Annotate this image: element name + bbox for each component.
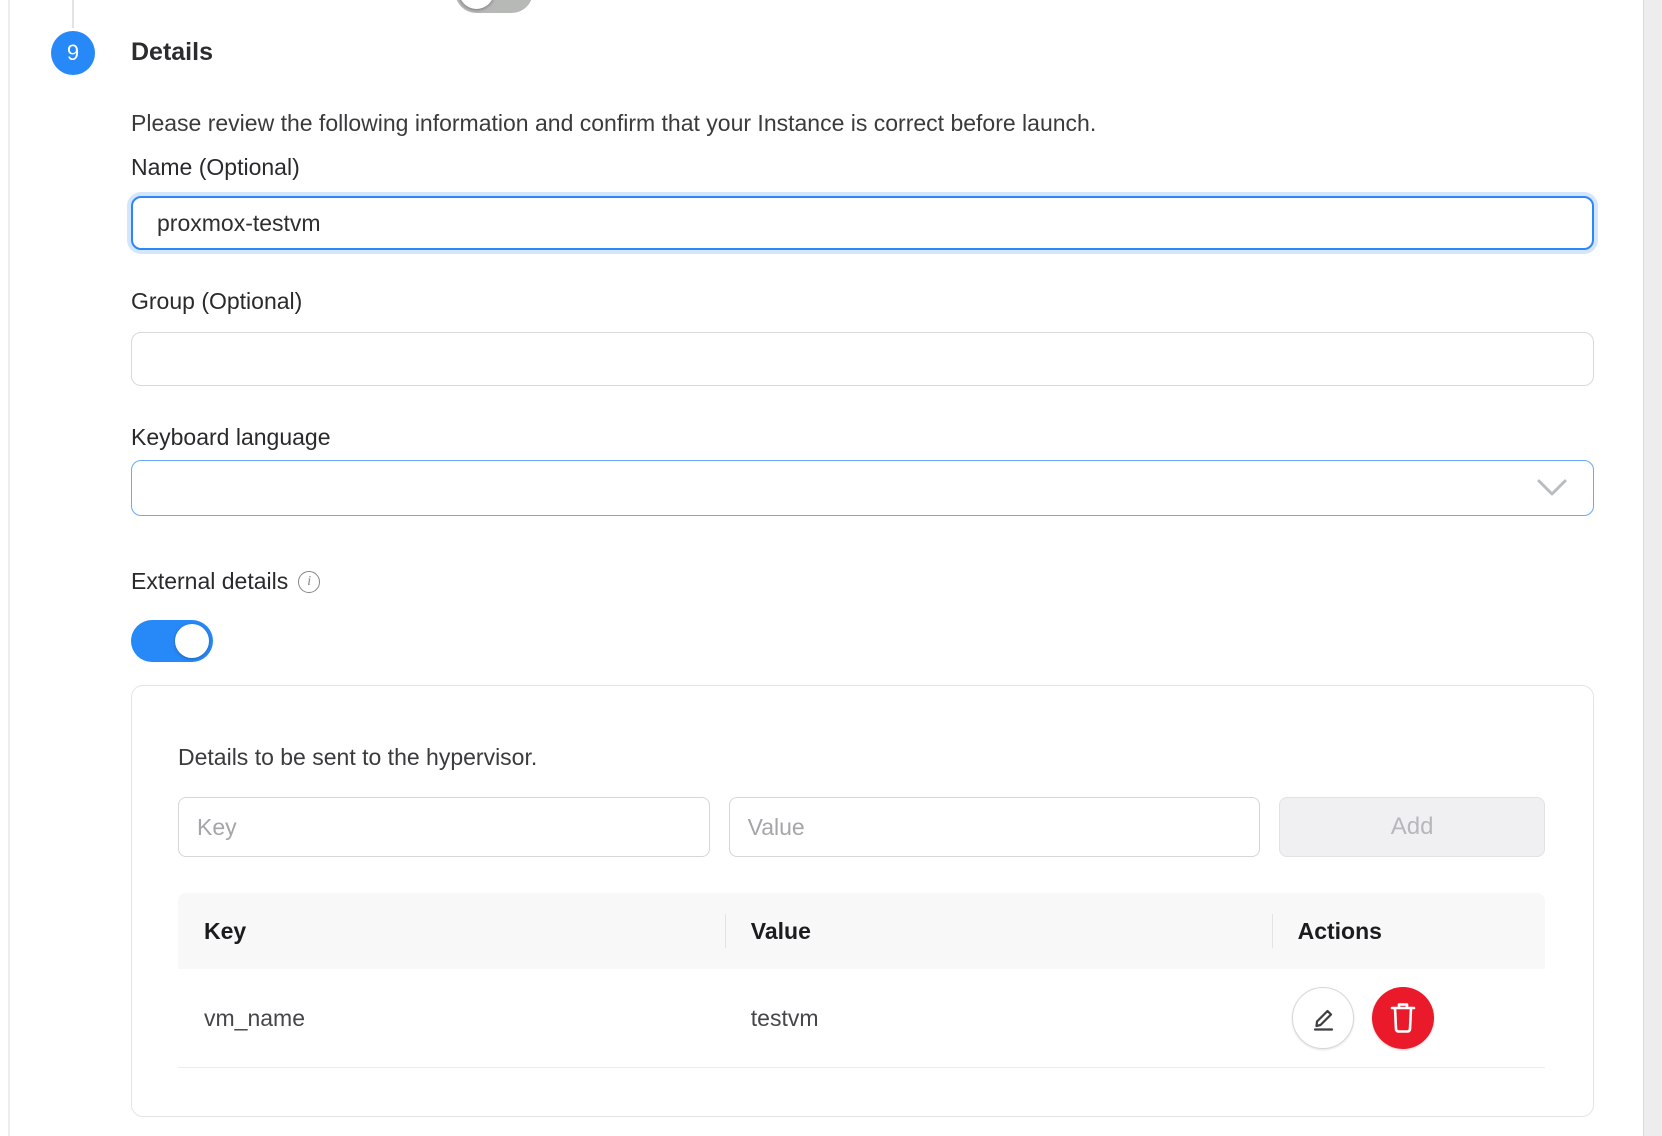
- name-field-label: Name (Optional): [131, 152, 1594, 182]
- external-details-toggle[interactable]: [131, 620, 213, 662]
- external-details-row: External details i: [131, 568, 1594, 595]
- table-header-actions: Actions: [1272, 893, 1545, 969]
- panel-description: Details to be sent to the hypervisor.: [178, 742, 1545, 772]
- details-step-page: 9 Details Please review the following in…: [0, 0, 1662, 1136]
- column-separator: [725, 914, 726, 948]
- group-input[interactable]: [131, 332, 1594, 386]
- header-actions-label: Actions: [1298, 918, 1382, 945]
- table-header-row: Key Value Actions: [178, 893, 1545, 969]
- form-content: Please review the following information …: [131, 108, 1594, 1117]
- header-key-label: Key: [204, 918, 246, 945]
- table-header-key: Key: [178, 893, 725, 969]
- header-value-label: Value: [751, 918, 811, 945]
- column-separator: [1272, 914, 1273, 948]
- key-value-table: Key Value Actions vm_name testvm: [178, 893, 1545, 1068]
- add-button[interactable]: Add: [1279, 797, 1545, 857]
- row-value-cell: testvm: [725, 1005, 1272, 1032]
- scrollbar-track[interactable]: [1643, 0, 1662, 1136]
- toggle-knob: [175, 624, 209, 658]
- key-input[interactable]: [178, 797, 710, 857]
- row-key-cell: vm_name: [178, 1005, 725, 1032]
- chevron-down-icon: [1537, 479, 1567, 497]
- edit-icon: [1308, 1003, 1338, 1033]
- edit-button[interactable]: [1292, 987, 1354, 1049]
- delete-button[interactable]: [1372, 987, 1434, 1049]
- key-value-input-row: Add: [178, 797, 1545, 857]
- previous-section-toggle[interactable]: [455, 0, 533, 13]
- value-input[interactable]: [729, 797, 1261, 857]
- info-icon[interactable]: i: [298, 571, 320, 593]
- group-field-label: Group (Optional): [131, 286, 1594, 316]
- page-left-border: [8, 0, 10, 1136]
- stepper-connector-line: [72, 0, 74, 28]
- toggle-knob: [459, 0, 494, 9]
- keyboard-language-select[interactable]: [131, 460, 1594, 516]
- step-number-badge: 9: [51, 31, 95, 75]
- hypervisor-details-panel: Details to be sent to the hypervisor. Ad…: [131, 685, 1594, 1117]
- external-details-label: External details: [131, 568, 288, 595]
- name-input[interactable]: [131, 196, 1594, 250]
- row-actions-cell: [1272, 987, 1545, 1049]
- intro-text: Please review the following information …: [131, 108, 1594, 138]
- table-header-value: Value: [725, 893, 1272, 969]
- keyboard-language-label: Keyboard language: [131, 422, 1594, 452]
- delete-icon: [1387, 1001, 1419, 1035]
- step-number: 9: [67, 40, 79, 66]
- section-title: Details: [131, 38, 213, 67]
- table-row: vm_name testvm: [178, 969, 1545, 1068]
